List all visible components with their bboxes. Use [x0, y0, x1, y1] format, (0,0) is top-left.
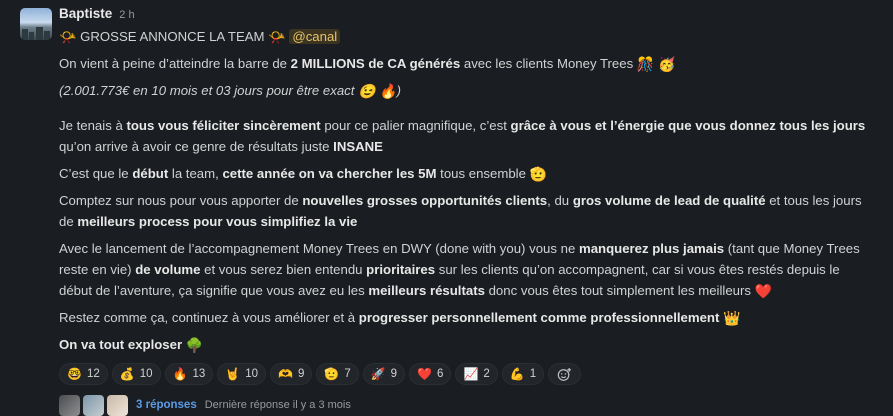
announce-text: GROSSE ANNONCE LA TEAM	[80, 29, 265, 44]
reaction-pill[interactable]: 🚀 9	[362, 363, 406, 385]
add-reaction-icon	[557, 367, 572, 381]
paragraph-5: Comptez sur nous pour vous apporter de n…	[59, 193, 862, 229]
message-header: Baptiste 2 h	[59, 6, 873, 26]
author-name[interactable]: Baptiste	[59, 6, 112, 21]
tree-emoji-icon: 🌳	[185, 337, 204, 353]
reactions-bar: 🤓 12 💰 10 🔥 13 🤘 10 🫶 9 🫡 7 🚀 9 ❤️ 6 📈 2 💪 1	[59, 363, 873, 385]
reaction-pill[interactable]: 📈 2	[455, 363, 498, 385]
reaction-pill[interactable]: 🤓 12	[59, 363, 108, 385]
avatar	[107, 394, 128, 416]
reaction-pill[interactable]: 🫡 7	[316, 363, 359, 385]
rock-hand-emoji-icon: 🤘	[225, 367, 241, 381]
reaction-pill[interactable]: 💪 1	[501, 363, 545, 385]
fire-emoji-icon: 🔥	[379, 83, 397, 99]
timestamp[interactable]: 2 h	[119, 9, 134, 21]
channel-mention[interactable]: @canal	[289, 29, 341, 44]
thread-replies-link[interactable]: 3 réponses	[136, 399, 197, 411]
reaction-pill[interactable]: 🤘 10	[217, 363, 266, 385]
money-bag-emoji-icon: 💰	[119, 367, 135, 381]
flexed-biceps-emoji-icon: 💪	[509, 367, 525, 381]
confetti-emoji-icon: 🎊	[636, 56, 655, 72]
reaction-pill[interactable]: ❤️ 6	[409, 363, 452, 385]
thread-summary[interactable]: 3 réponses Dernière réponse il y a 3 moi…	[59, 394, 873, 416]
paragraph-1: On vient à peine d’atteindre la barre de…	[59, 56, 676, 72]
thread-last-reply: Dernière réponse il y a 3 mois	[204, 399, 351, 411]
salute-emoji-icon: 🫡	[324, 367, 340, 381]
paragraph-8: On va tout exploser 🌳	[59, 337, 204, 353]
thread-participants	[59, 394, 128, 416]
avatar	[59, 394, 80, 416]
message: Baptiste 2 h 📯 GROSSE ANNONCE LA TEAM 📯 …	[0, 0, 893, 416]
heart-emoji-icon: ❤️	[754, 283, 773, 299]
paragraph-7: Restez comme ça, continuez à vous amélio…	[59, 310, 741, 326]
heart-hands-emoji-icon: 🫶	[278, 367, 293, 381]
paragraph-3: Je tenais à tous vous féliciter sincèrem…	[59, 118, 866, 154]
reaction-pill[interactable]: 🔥 13	[164, 363, 214, 385]
avatar[interactable]	[20, 8, 52, 40]
paragraph-4: C’est que le début la team, cette année …	[59, 166, 548, 182]
horn-emoji-icon: 📯	[268, 29, 286, 45]
announce-line: 📯 GROSSE ANNONCE LA TEAM 📯 @canal	[59, 26, 873, 47]
reaction-pill[interactable]: 🫶 9	[270, 363, 313, 385]
salute-emoji-icon: 🫡	[529, 166, 548, 182]
fire-emoji-icon: 🔥	[172, 367, 188, 381]
paragraph-2: (2.001.773€ en 10 mois et 03 jours pour …	[59, 83, 402, 99]
reaction-pill[interactable]: 💰 10	[111, 363, 161, 385]
nerd-emoji-icon: 🤓	[67, 367, 82, 381]
crown-emoji-icon: 👑	[723, 310, 741, 326]
avatar	[83, 394, 104, 416]
horn-emoji-icon: 📯	[59, 29, 77, 45]
message-content: Baptiste 2 h 📯 GROSSE ANNONCE LA TEAM 📯 …	[59, 6, 873, 416]
add-reaction-button[interactable]	[548, 363, 582, 385]
party-face-emoji-icon: 🥳	[657, 56, 676, 72]
rocket-emoji-icon: 🚀	[370, 367, 386, 381]
chart-up-emoji-icon: 📈	[463, 367, 479, 381]
wink-emoji-icon: 😉	[358, 83, 376, 99]
paragraph-6: Avec le lancement de l’accompagnement Mo…	[59, 241, 860, 299]
heart-emoji-icon: ❤️	[417, 367, 433, 381]
